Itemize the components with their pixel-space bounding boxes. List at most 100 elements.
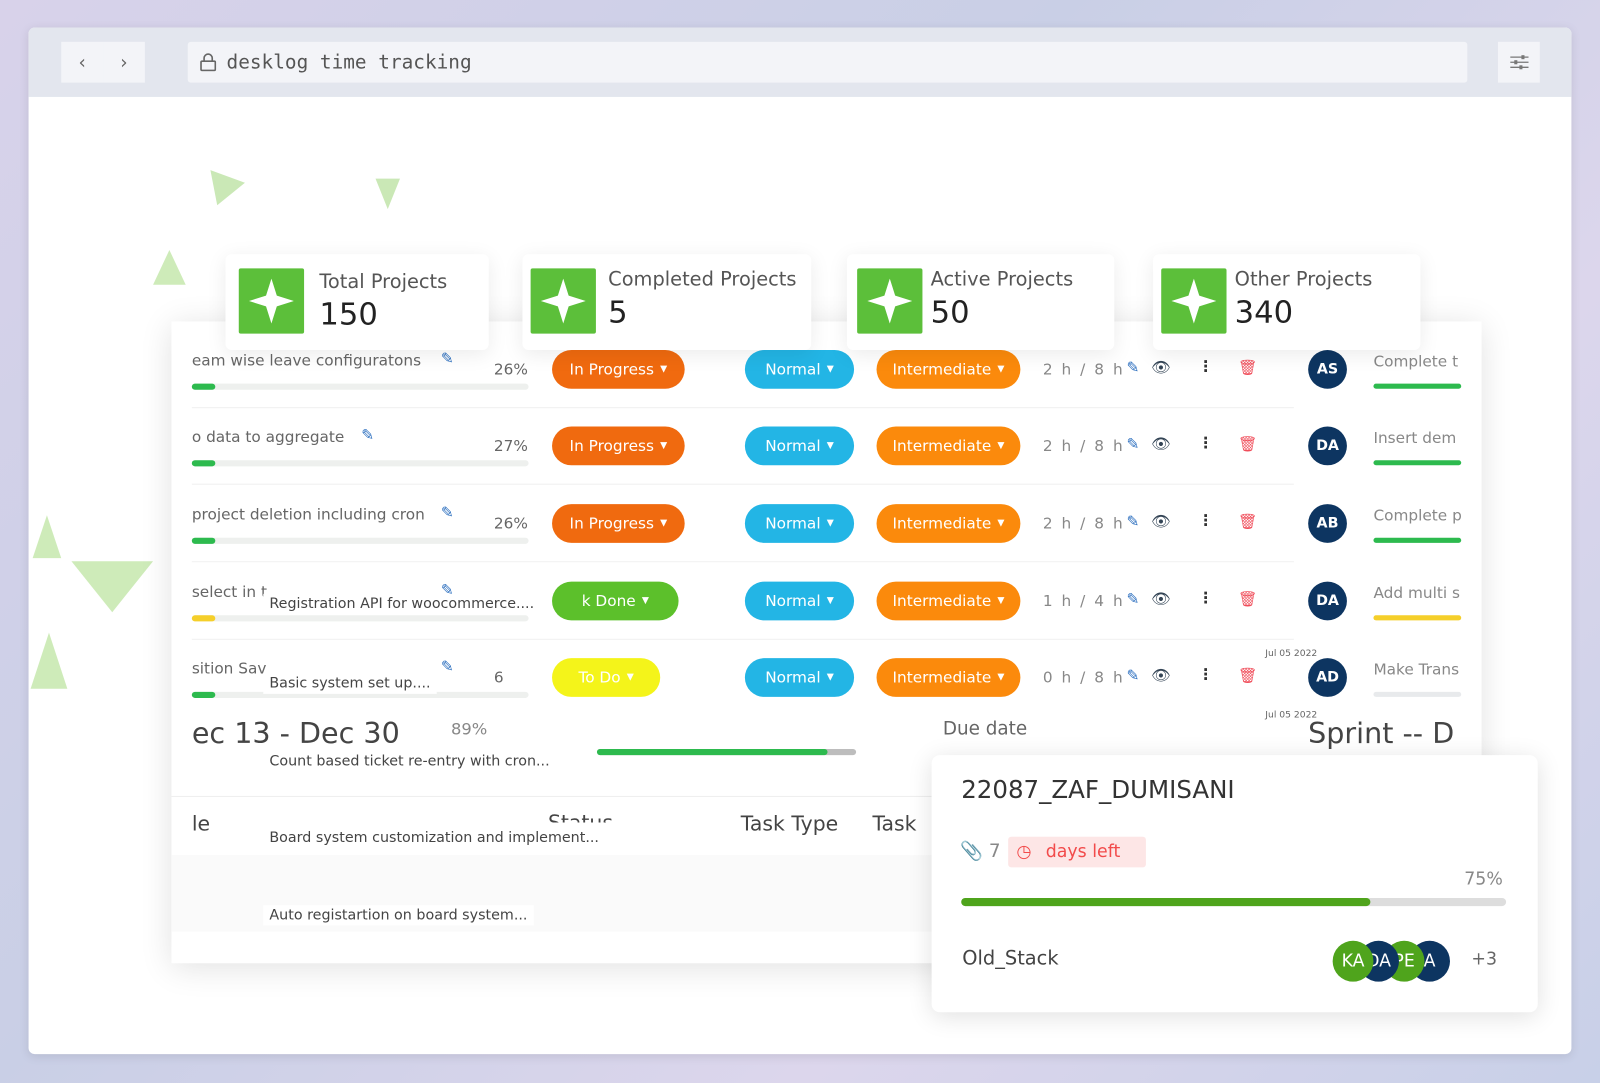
edit-time-icon[interactable]: ✎: [1127, 590, 1140, 608]
trash-icon[interactable]: 🗑: [1238, 590, 1257, 608]
caret-down-icon: ▼: [997, 364, 1005, 375]
due-date-label: Due date: [942, 718, 1028, 740]
header-title: le: [191, 811, 211, 836]
trash-icon[interactable]: 🗑: [1238, 666, 1257, 684]
member-avatar[interactable]: KA: [1332, 940, 1374, 982]
more-vertical-icon[interactable]: ⋮: [1198, 357, 1213, 375]
trash-icon[interactable]: 🗑: [1238, 512, 1257, 530]
level-dropdown[interactable]: Intermediate ▼: [876, 349, 1021, 389]
level-label: Intermediate: [892, 360, 992, 379]
project-progress-fill: [961, 897, 1370, 907]
status-label: In Progress: [569, 360, 654, 379]
assignee-avatar[interactable]: DA: [1308, 426, 1347, 466]
row-divider: [191, 407, 1294, 409]
forward-button[interactable]: ›: [103, 41, 145, 83]
date-label: Jul 05 2022: [1265, 710, 1318, 721]
settings-button[interactable]: [1497, 41, 1540, 83]
priority-label: Normal: [765, 668, 821, 687]
edit-icon[interactable]: ✎: [441, 349, 454, 367]
browser-toolbar: ‹ › desklog time tracking: [28, 27, 1572, 97]
eye-icon[interactable]: 👁: [1151, 435, 1170, 453]
project-stack: Old_Stack: [962, 946, 1059, 970]
more-vertical-icon[interactable]: ⋮: [1198, 589, 1213, 607]
level-dropdown[interactable]: Intermediate ▼: [876, 658, 1021, 697]
eye-icon[interactable]: 👁: [1151, 358, 1170, 376]
trash-icon[interactable]: 🗑: [1238, 435, 1257, 453]
header-task-type: Task Type: [740, 811, 839, 836]
assignee-avatar[interactable]: AB: [1308, 504, 1347, 543]
status-label: To Do: [578, 668, 621, 687]
edit-icon[interactable]: ✎: [441, 657, 454, 675]
edit-icon[interactable]: ✎: [441, 503, 454, 521]
priority-dropdown[interactable]: Normal ▼: [744, 426, 855, 466]
more-members[interactable]: +3: [1471, 949, 1497, 969]
attachment-count: 📎 7: [960, 841, 1000, 862]
task-progress-fill: [191, 615, 216, 622]
more-vertical-icon[interactable]: ⋮: [1198, 665, 1213, 683]
next-task-bar: [1373, 615, 1462, 621]
projects-icon: [238, 268, 305, 334]
status-dropdown[interactable]: In Progress ▼: [552, 504, 685, 543]
stat-value: 340: [1234, 294, 1294, 331]
eye-icon[interactable]: 👁: [1151, 512, 1170, 530]
project-card[interactable]: 22087_ZAF_DUMISANI 📎 7 ◷ days left 75% Ol…: [931, 755, 1538, 1013]
assignee-avatar[interactable]: AS: [1308, 349, 1347, 389]
attachment-number: 7: [988, 840, 1001, 863]
priority-dropdown[interactable]: Normal ▼: [744, 349, 855, 389]
edit-icon[interactable]: ✎: [361, 426, 374, 444]
stat-value: 150: [319, 296, 378, 333]
project-name: 22087_ZAF_DUMISANI: [961, 775, 1235, 805]
days-left-text: days left: [1045, 841, 1121, 863]
edit-time-icon[interactable]: ✎: [1127, 358, 1140, 376]
stat-card-active[interactable]: Active Projects 50: [846, 254, 1115, 350]
task-progress-bar: [191, 615, 529, 622]
row-divider: [191, 561, 1294, 563]
status-dropdown[interactable]: k Done ▼: [552, 581, 679, 621]
edit-time-icon[interactable]: ✎: [1127, 666, 1140, 684]
caret-down-icon: ▼: [641, 595, 649, 607]
edit-time-icon[interactable]: ✎: [1127, 512, 1140, 530]
next-task-name: Complete p: [1373, 506, 1462, 525]
priority-dropdown[interactable]: Normal ▼: [744, 504, 855, 543]
task-tooltip: Registration API for woocommerce....: [263, 593, 541, 615]
stat-card-other[interactable]: Other Projects 340: [1153, 254, 1421, 350]
assignee-avatar[interactable]: DA: [1308, 581, 1347, 621]
status-dropdown[interactable]: To Do ▼: [552, 658, 661, 697]
sprint-progress-bar: [596, 748, 857, 756]
more-vertical-icon[interactable]: ⋮: [1198, 511, 1213, 529]
clock-icon: ◷: [1016, 841, 1032, 863]
status-label: In Progress: [569, 436, 654, 456]
stat-value: 5: [608, 294, 628, 331]
stat-card-total[interactable]: Total Projects 150: [225, 254, 489, 350]
trash-icon[interactable]: 🗑: [1238, 358, 1257, 376]
sliders-icon: [1509, 55, 1529, 70]
sprint-range: ec 13 - Dec 30: [191, 716, 400, 750]
chevron-left-icon: ‹: [78, 51, 86, 73]
next-task-bar: [1373, 460, 1462, 466]
next-task-bar: [1373, 383, 1462, 389]
other-projects-icon: [1161, 268, 1227, 334]
level-dropdown[interactable]: Intermediate ▼: [876, 426, 1021, 466]
back-button[interactable]: ‹: [61, 41, 104, 83]
stat-label: Active Projects: [930, 268, 1074, 291]
eye-icon[interactable]: 👁: [1151, 666, 1170, 684]
task-name: project deletion including cron: [191, 505, 425, 524]
next-task-name: Add multi s: [1373, 583, 1460, 603]
status-dropdown[interactable]: In Progress ▼: [552, 349, 685, 389]
level-dropdown[interactable]: Intermediate ▼: [876, 504, 1021, 543]
level-label: Intermediate: [892, 591, 992, 611]
stat-card-completed[interactable]: Completed Projects 5: [522, 254, 812, 350]
priority-dropdown[interactable]: Normal ▼: [744, 658, 855, 697]
hours-logged: 2 h / 8 h: [1042, 360, 1125, 379]
more-vertical-icon[interactable]: ⋮: [1198, 434, 1213, 452]
status-dropdown[interactable]: In Progress ▼: [552, 426, 685, 466]
address-bar[interactable]: desklog time tracking: [187, 41, 1468, 83]
task-name: o data to aggregate: [191, 427, 345, 446]
edit-time-icon[interactable]: ✎: [1127, 435, 1140, 453]
caret-down-icon: ▼: [660, 518, 668, 529]
priority-dropdown[interactable]: Normal ▼: [744, 581, 855, 621]
assignee-avatar[interactable]: AD: [1308, 658, 1347, 697]
eye-icon[interactable]: 👁: [1151, 590, 1170, 608]
task-tooltip: Auto registartion on board system...: [263, 905, 534, 926]
level-dropdown[interactable]: Intermediate ▼: [876, 581, 1021, 621]
